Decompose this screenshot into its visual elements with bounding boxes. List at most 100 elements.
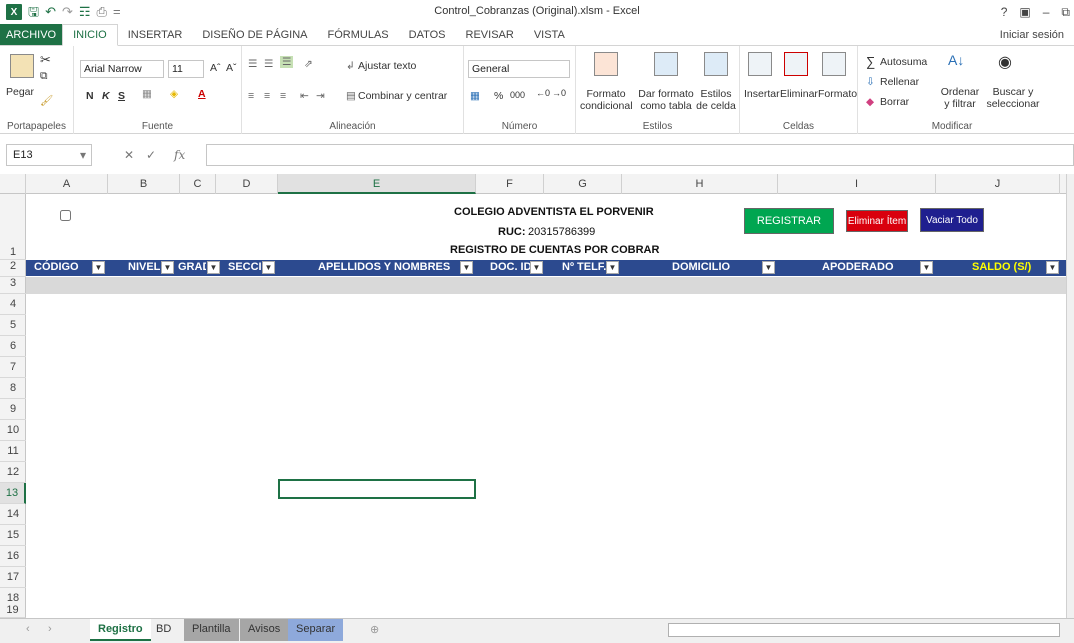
cancel-entry-icon[interactable]: ✕	[124, 148, 134, 162]
column-header[interactable]: J	[936, 174, 1060, 194]
filter-dropdown-icon[interactable]: ▼	[460, 261, 473, 274]
help-icon[interactable]: ?	[1001, 5, 1008, 19]
format-painter-icon[interactable]: 🖌	[40, 94, 53, 107]
find-select-button[interactable]: Buscar y seleccionar	[984, 86, 1042, 110]
select-all-corner[interactable]	[0, 174, 26, 194]
border-icon[interactable]: ▦	[142, 88, 152, 100]
format-cells-icon[interactable]	[822, 52, 846, 76]
merge-icon[interactable]: ▤	[346, 90, 356, 102]
vertical-scrollbar[interactable]	[1066, 174, 1074, 618]
row-header[interactable]: 16	[0, 546, 26, 567]
tab-vista[interactable]: VISTA	[524, 24, 575, 45]
tab-diseno-pagina[interactable]: DISEÑO DE PÁGINA	[192, 24, 317, 45]
align-top-icon[interactable]: ☰	[248, 58, 257, 70]
format-button[interactable]: Formato	[818, 88, 857, 100]
currency-icon[interactable]: ▦	[470, 90, 480, 102]
conditional-format-icon[interactable]	[594, 52, 618, 76]
delete-item-button[interactable]: Eliminar Ítem	[846, 210, 908, 232]
table-data-row[interactable]	[26, 277, 1070, 294]
restore-icon[interactable]: ⧉	[1061, 5, 1070, 20]
font-name-select[interactable]: Arial Narrow	[80, 60, 164, 78]
font-size-select[interactable]: 11	[168, 60, 204, 78]
tab-formulas[interactable]: FÓRMULAS	[318, 24, 399, 45]
paste-icon[interactable]	[10, 54, 34, 78]
number-format-select[interactable]: General	[468, 60, 570, 78]
prev-sheet-icon[interactable]: ‹	[18, 619, 38, 641]
filter-dropdown-icon[interactable]: ▼	[530, 261, 543, 274]
row-header[interactable]: 14	[0, 504, 26, 525]
namebox-dropdown-icon[interactable]: ▾	[80, 148, 86, 162]
tab-datos[interactable]: DATOS	[399, 24, 456, 45]
fill-button[interactable]: Rellenar	[880, 76, 919, 88]
wrap-text-button[interactable]: Ajustar texto	[358, 60, 416, 72]
add-sheet-icon[interactable]: ⊕	[362, 619, 387, 641]
sheet-checkbox[interactable]	[60, 210, 71, 221]
column-header[interactable]: H	[622, 174, 778, 194]
merge-center-button[interactable]: Combinar y centrar	[358, 90, 447, 102]
column-header[interactable]: F	[476, 174, 544, 194]
sheet-tab-plantilla[interactable]: Plantilla	[184, 619, 239, 641]
row-header[interactable]: 9	[0, 399, 26, 420]
autosum-button[interactable]: Autosuma	[880, 56, 927, 68]
column-header[interactable]: G	[544, 174, 622, 194]
row-header[interactable]: 4	[0, 294, 26, 315]
sheet-tab-separar[interactable]: Separar	[288, 619, 344, 641]
clear-button[interactable]: Borrar	[880, 96, 909, 108]
row-header[interactable]: 12	[0, 462, 26, 483]
ribbon-display-icon[interactable]: ▣	[1019, 5, 1030, 19]
confirm-entry-icon[interactable]: ✓	[146, 148, 156, 162]
fill-color-icon[interactable]: ◈	[170, 88, 178, 100]
insert-function-icon[interactable]: fx	[174, 148, 185, 162]
row-header[interactable]: 3	[0, 277, 26, 294]
paste-button[interactable]: Pegar	[6, 86, 34, 98]
grow-font-icon[interactable]: Aˆ	[210, 62, 221, 74]
filter-dropdown-icon[interactable]: ▼	[262, 261, 275, 274]
bold-button[interactable]: N	[86, 90, 94, 102]
insert-button[interactable]: Insertar	[744, 88, 780, 100]
column-header[interactable]: I	[778, 174, 936, 194]
underline-button[interactable]: S	[118, 90, 125, 102]
register-button[interactable]: REGISTRAR	[744, 208, 834, 234]
autosum-icon[interactable]: ∑	[866, 54, 875, 69]
increase-indent-icon[interactable]: ⇥	[316, 90, 325, 102]
row-header[interactable]: 2	[0, 260, 26, 277]
minimize-icon[interactable]: –	[1043, 5, 1050, 19]
binoculars-icon[interactable]: ◉	[998, 52, 1012, 72]
format-painter-quick-icon[interactable]: ☶	[79, 5, 91, 19]
selected-cell[interactable]	[278, 479, 476, 499]
copy-icon[interactable]: ⧉	[40, 70, 48, 83]
sheet-tab-avisos[interactable]: Avisos	[240, 619, 289, 641]
decrease-decimal-icon[interactable]: →0	[552, 88, 566, 98]
align-right-icon[interactable]: ≡	[280, 90, 286, 102]
tab-archivo[interactable]: ARCHIVO	[0, 24, 63, 45]
cell-styles-button[interactable]: Estilos de celda	[696, 88, 736, 112]
tab-inicio[interactable]: INICIO	[62, 24, 118, 46]
align-bottom-icon[interactable]: ☰	[280, 56, 294, 68]
eraser-icon[interactable]: ◆	[866, 96, 874, 108]
decrease-indent-icon[interactable]: ⇤	[300, 90, 309, 102]
delete-cells-icon[interactable]	[784, 52, 808, 76]
formula-input[interactable]	[206, 144, 1074, 166]
tab-revisar[interactable]: REVISAR	[456, 24, 524, 45]
redo-icon[interactable]: ↷	[62, 5, 73, 19]
format-table-icon[interactable]	[654, 52, 678, 76]
column-header[interactable]: B	[108, 174, 180, 194]
row-header[interactable]: 10	[0, 420, 26, 441]
row-header[interactable]: 8	[0, 378, 26, 399]
sort-filter-icon[interactable]: A↓	[948, 52, 964, 68]
cell-styles-icon[interactable]	[704, 52, 728, 76]
next-sheet-icon[interactable]: ›	[40, 619, 60, 641]
align-left-icon[interactable]: ≡	[248, 90, 254, 102]
filter-dropdown-icon[interactable]: ▼	[920, 261, 933, 274]
insert-cells-icon[interactable]	[748, 52, 772, 76]
column-header[interactable]: A	[26, 174, 108, 194]
filter-dropdown-icon[interactable]: ▼	[92, 261, 105, 274]
row-header-selected[interactable]: 13	[0, 483, 26, 504]
sheet-tab-bd[interactable]: BD	[148, 619, 179, 641]
cut-icon[interactable]: ✂	[40, 52, 51, 68]
wrap-text-icon[interactable]: ↲	[346, 60, 355, 72]
italic-button[interactable]: K	[102, 90, 110, 102]
format-table-button[interactable]: Dar formato como tabla	[636, 88, 696, 112]
horizontal-scrollbar[interactable]	[668, 623, 1060, 637]
sort-filter-button[interactable]: Ordenar y filtrar	[938, 86, 982, 110]
